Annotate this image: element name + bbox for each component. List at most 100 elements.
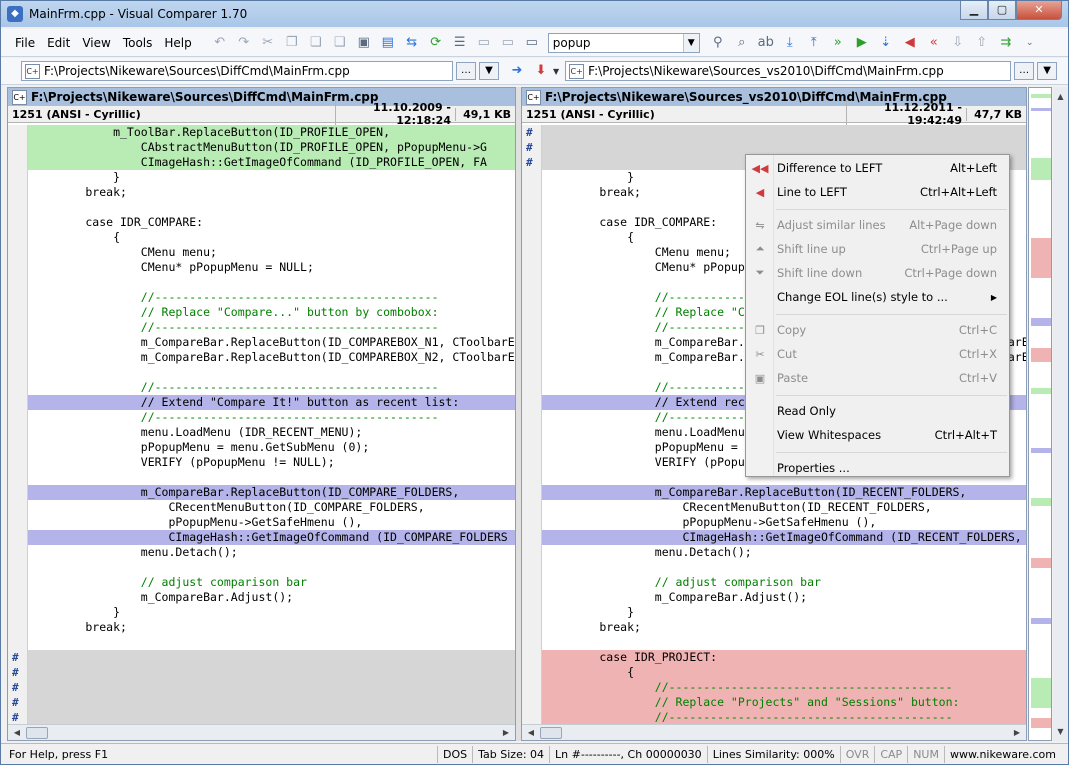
code-line[interactable]: CImageHash::GetImageOfCommand (ID_COMPAR…: [28, 530, 515, 545]
save-icon[interactable]: ▭: [474, 33, 494, 53]
copy-up-icon[interactable]: ⇧: [972, 33, 992, 53]
code-line[interactable]: [542, 140, 1026, 155]
chevron-down-icon[interactable]: ▼: [682, 33, 699, 52]
right-path-field[interactable]: C+ F:\Projects\Nikeware\Sources_vs2010\D…: [565, 61, 1012, 81]
next-diff-right-icon[interactable]: »: [828, 33, 848, 53]
paste-special-icon[interactable]: ❑: [330, 33, 350, 53]
code-line[interactable]: }: [28, 605, 515, 620]
replace-icon[interactable]: ab: [756, 33, 776, 53]
copy-down-icon[interactable]: ⇩: [948, 33, 968, 53]
paste-icon[interactable]: ▣: [354, 33, 374, 53]
diff-left-icon[interactable]: «: [924, 33, 944, 53]
code-line[interactable]: case IDR_COMPARE:: [28, 215, 515, 230]
code-line[interactable]: //--------------------------------------…: [542, 710, 1026, 724]
code-line[interactable]: menu.Detach();: [28, 545, 515, 560]
maximize-button[interactable]: ▢: [988, 1, 1016, 20]
code-line[interactable]: m_CompareBar.ReplaceButton(ID_RECENT_FOL…: [542, 485, 1026, 500]
cut-icon[interactable]: ✂: [258, 33, 278, 53]
code-line[interactable]: //--------------------------------------…: [28, 290, 515, 305]
code-line[interactable]: menu.LoadMenu (IDR_RECENT_MENU);: [28, 425, 515, 440]
code-line[interactable]: case IDR_PROJECT:: [542, 650, 1026, 665]
code-line[interactable]: pPopupMenu->GetSafeHmenu (),: [28, 515, 515, 530]
code-line[interactable]: m_CompareBar.ReplaceButton(ID_COMPARE_FO…: [28, 485, 515, 500]
code-line[interactable]: }: [542, 605, 1026, 620]
right-scroll-thumb[interactable]: [540, 727, 562, 739]
code-line[interactable]: CRecentMenuButton(ID_COMPARE_FOLDERS,: [28, 500, 515, 515]
code-line[interactable]: }: [28, 170, 515, 185]
code-line[interactable]: m_ToolBar.ReplaceButton(ID_PROFILE_OPEN,: [28, 125, 515, 140]
code-line[interactable]: [28, 200, 515, 215]
left-scroll-thumb[interactable]: [26, 727, 48, 739]
code-line[interactable]: // Replace "Projects" and "Sessions" but…: [542, 695, 1026, 710]
code-line[interactable]: CMenu menu;: [28, 245, 515, 260]
code-line[interactable]: [28, 680, 515, 695]
scroll-up-icon[interactable]: ▲: [1053, 89, 1068, 104]
code-line[interactable]: // adjust comparison bar: [28, 575, 515, 590]
toolbar-overflow-icon[interactable]: ⌄: [1020, 33, 1040, 53]
code-line[interactable]: [28, 710, 515, 724]
code-line[interactable]: // Replace "Compare..." button by combob…: [28, 305, 515, 320]
close-button[interactable]: ✕: [1016, 1, 1062, 20]
context-menu-item-line-to-left[interactable]: ◀ Line to LEFT Ctrl+Alt+Left: [746, 181, 1009, 203]
context-menu-item-shift-line-up[interactable]: ⏶ Shift line up Ctrl+Page up: [746, 238, 1009, 260]
undo-icon[interactable]: ↶: [210, 33, 230, 53]
swap-panes-icon[interactable]: ⇆: [402, 33, 422, 53]
scroll-down-icon[interactable]: ▼: [1053, 724, 1068, 739]
compare-options-dropdown-icon[interactable]: ▼: [553, 67, 559, 76]
code-line[interactable]: m_CompareBar.Adjust();: [542, 590, 1026, 605]
code-line[interactable]: [28, 275, 515, 290]
context-menu-item-copy[interactable]: ❐ Copy Ctrl+C: [746, 319, 1009, 341]
menu-view[interactable]: View: [76, 36, 116, 50]
code-line[interactable]: // Extend "Compare It!" button as recent…: [28, 395, 515, 410]
menu-edit[interactable]: Edit: [41, 36, 76, 50]
code-line[interactable]: pPopupMenu->GetSafeHmenu (),: [542, 515, 1026, 530]
prev-diff-icon[interactable]: ⤒: [804, 33, 824, 53]
menu-help[interactable]: Help: [158, 36, 197, 50]
redo-icon[interactable]: ↷: [234, 33, 254, 53]
code-line[interactable]: break;: [542, 620, 1026, 635]
context-menu-item-difference-to-left[interactable]: ◀◀ Difference to LEFT Alt+Left: [746, 157, 1009, 179]
context-menu-item-view-whitespaces[interactable]: View Whitespaces Ctrl+Alt+T: [746, 424, 1009, 446]
code-line[interactable]: [28, 635, 515, 650]
refresh-icon[interactable]: ⟳: [426, 33, 446, 53]
search-combobox[interactable]: popup ▼: [547, 32, 700, 53]
code-line[interactable]: m_CompareBar.ReplaceButton(ID_COMPAREBOX…: [28, 350, 515, 365]
first-diff-icon[interactable]: ⤓: [780, 33, 800, 53]
context-menu-item-properties[interactable]: Properties ...: [746, 457, 1009, 479]
find-icon[interactable]: ⚲: [708, 33, 728, 53]
code-line[interactable]: CImageHash::GetImageOfCommand (ID_PROFIL…: [28, 155, 515, 170]
code-line[interactable]: [28, 470, 515, 485]
code-line[interactable]: break;: [28, 620, 515, 635]
menu-tools[interactable]: Tools: [117, 36, 159, 50]
context-menu-item-cut[interactable]: ✂ Cut Ctrl+X: [746, 343, 1009, 365]
context-menu-item-adjust-similar-lines[interactable]: ⇋ Adjust similar lines Alt+Page down: [746, 214, 1009, 236]
context-menu-item-change-eol-line-s-style-to[interactable]: Change EOL line(s) style to ... ▶: [746, 286, 1009, 308]
code-line[interactable]: [542, 560, 1026, 575]
code-line[interactable]: {: [28, 230, 515, 245]
code-line[interactable]: //--------------------------------------…: [28, 410, 515, 425]
code-line[interactable]: pPopupMenu = menu.GetSubMenu (0);: [28, 440, 515, 455]
code-line[interactable]: //--------------------------------------…: [28, 320, 515, 335]
next-diff-icon[interactable]: ⇣: [876, 33, 896, 53]
menu-file[interactable]: File: [9, 36, 41, 50]
left-code-view[interactable]: # # # # # m_ToolBar.ReplaceButton(ID_PROFILE…: [8, 125, 515, 724]
compare-options-icon[interactable]: ⬇: [531, 61, 551, 81]
save-right-icon[interactable]: ▭: [522, 33, 542, 53]
vertical-scrollbar[interactable]: ▲ ▼: [1053, 87, 1068, 741]
diff-overview-bar[interactable]: [1028, 87, 1052, 741]
context-menu-item-read-only[interactable]: Read Only: [746, 400, 1009, 422]
code-line[interactable]: menu.Detach();: [542, 545, 1026, 560]
code-line[interactable]: {: [542, 665, 1026, 680]
code-line[interactable]: CAbstractMenuButton(ID_PROFILE_OPEN, pPo…: [28, 140, 515, 155]
merge-icon[interactable]: ⇉: [996, 33, 1016, 53]
scroll-right-icon[interactable]: ▶: [499, 726, 513, 740]
code-line[interactable]: [542, 635, 1026, 650]
left-path-field[interactable]: C+ F:\Projects\Nikeware\Sources\DiffCmd\…: [21, 61, 453, 81]
scroll-left-icon[interactable]: ◀: [524, 726, 538, 740]
code-line[interactable]: [542, 125, 1026, 140]
prev-left-icon[interactable]: ◀: [900, 33, 920, 53]
code-line[interactable]: //--------------------------------------…: [28, 380, 515, 395]
context-menu-item-paste[interactable]: ▣ Paste Ctrl+V: [746, 367, 1009, 389]
code-line[interactable]: // adjust comparison bar: [542, 575, 1026, 590]
code-line[interactable]: CMenu* pPopupMenu = NULL;: [28, 260, 515, 275]
